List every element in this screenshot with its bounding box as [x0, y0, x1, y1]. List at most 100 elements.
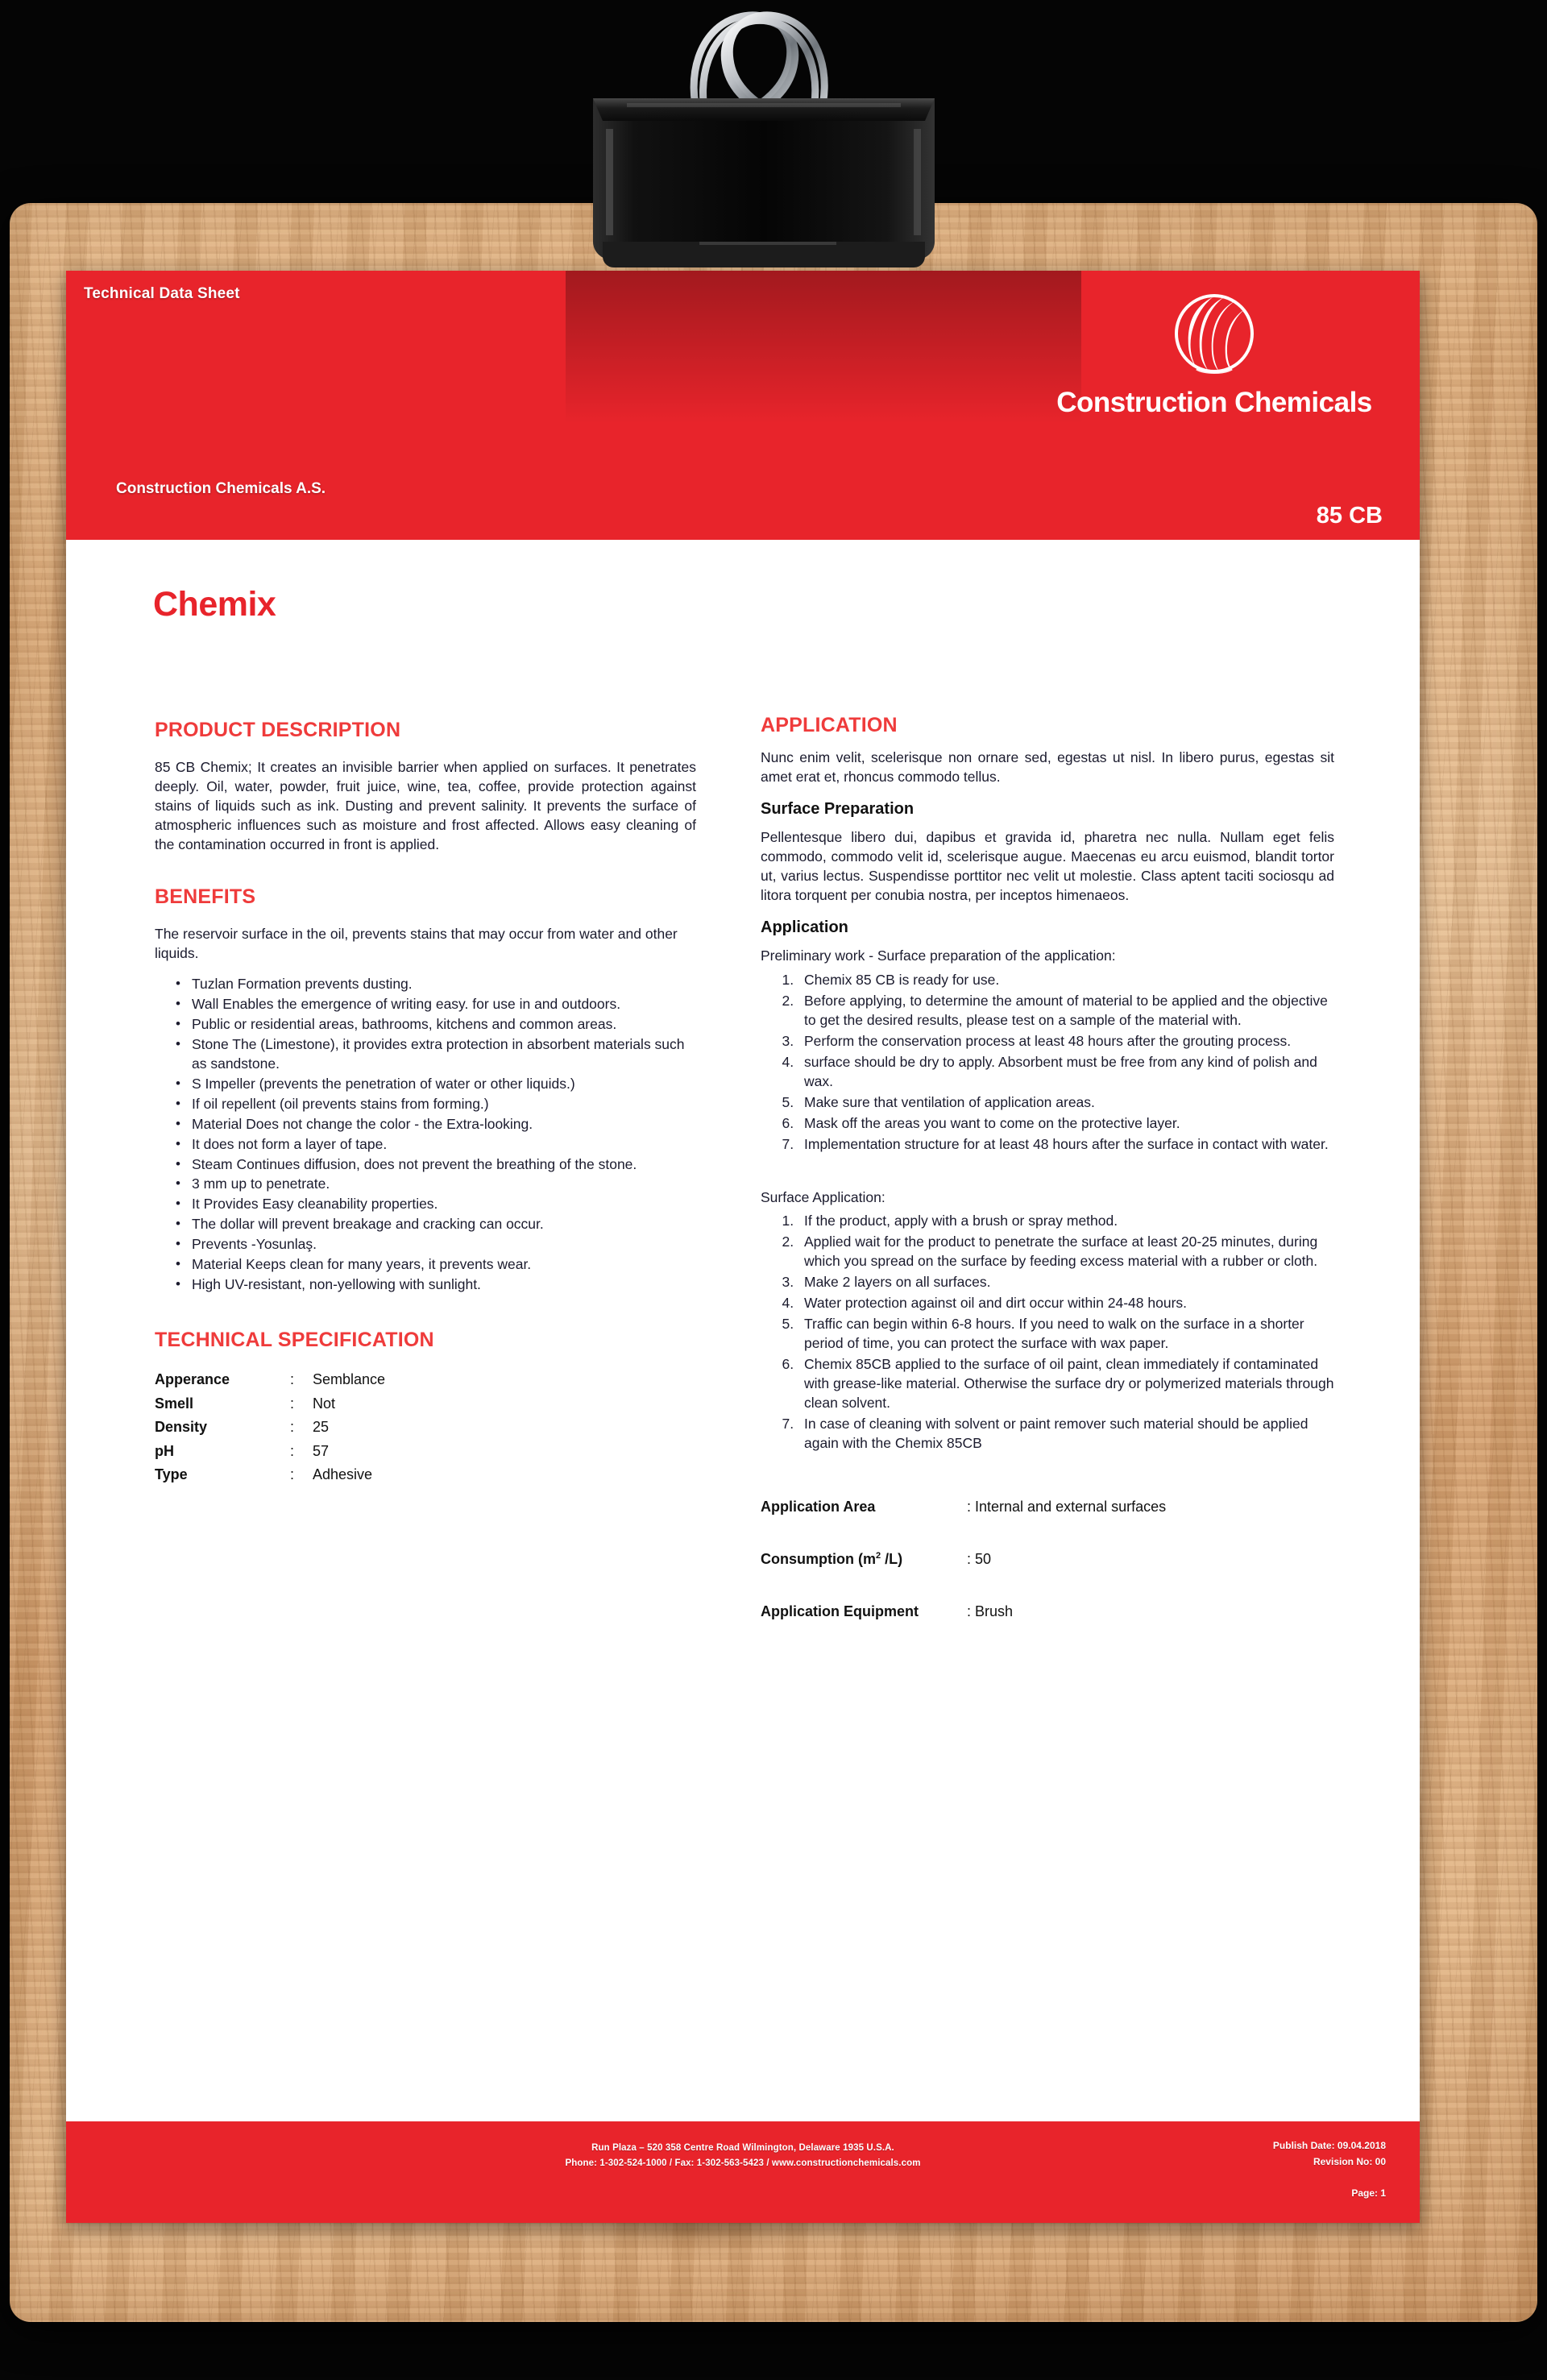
footer-revision-block: Publish Date: 09.04.2018 Revision No: 00: [1273, 2137, 1386, 2171]
clip-highlight-right: [914, 129, 921, 235]
section-heading-benefits: BENEFITS: [155, 885, 256, 908]
spec-row: Density: 25: [155, 1416, 385, 1440]
document-page: Technical Data Sheet Construction Chemic…: [66, 271, 1420, 2223]
footer-address-line-2: Phone: 1-302-524-1000 / Fax: 1-302-563-5…: [565, 2158, 921, 2168]
page-title: Chemix: [153, 585, 276, 624]
company-name-label: Construction Chemicals A.S.: [116, 480, 326, 497]
application-step-item: Make sure that ventilation of applicatio…: [798, 1093, 1334, 1113]
spec-key: Type: [155, 1466, 188, 1483]
footer-address-line-1: Run Plaza – 520 358 Centre Road Wilmingt…: [591, 2143, 894, 2153]
spec-row: Apperance: Semblance: [155, 1368, 385, 1392]
right-column: APPLICATION Nunc enim velit, scelerisque…: [761, 714, 1334, 1656]
clip-lower-lip: [603, 242, 925, 267]
application-step-item: Perform the conservation process at leas…: [798, 1032, 1334, 1051]
application-info-key: Application Equipment: [761, 1603, 919, 1620]
surface-preparation-body: Pellentesque libero dui, dapibus et grav…: [761, 828, 1334, 903]
application-info-row: Consumption (m2 /L) : 50: [761, 1551, 1334, 1568]
spec-key: Density: [155, 1419, 208, 1436]
benefits-intro: The reservoir surface in the oil, preven…: [155, 925, 678, 961]
benefit-list-item: Material Does not change the color - the…: [176, 1114, 696, 1134]
application-info-row: Application Equipment : Brush: [761, 1603, 1334, 1620]
clip-seam: [699, 242, 836, 245]
section-heading-technical-specification: TECHNICAL SPECIFICATION: [155, 1329, 434, 1352]
surface-application-item: In case of cleaning with solvent or pain…: [798, 1415, 1334, 1453]
clip-top-bevel: [593, 98, 935, 121]
surface-application-item: If the product, apply with a brush or sp…: [798, 1212, 1334, 1231]
footer-address: Run Plaza – 520 358 Centre Road Wilmingt…: [66, 2141, 1420, 2171]
surface-application-list: If the product, apply with a brush or sp…: [761, 1212, 1334, 1453]
application-steps-lead: Preliminary work - Surface preparation o…: [761, 947, 1116, 964]
product-code-badge: 85 CB: [1316, 503, 1383, 529]
section-heading-application: APPLICATION: [761, 714, 898, 736]
benefit-list-item: Tuzlan Formation prevents dusting.: [176, 974, 696, 994]
benefit-list-item: High UV-resistant, non-yellowing with su…: [176, 1275, 696, 1295]
benefit-list-item: S Impeller (prevents the penetration of …: [176, 1074, 696, 1094]
clip-highlight-top: [627, 103, 901, 107]
product-description-body: 85 CB Chemix; It creates an invisible ba…: [155, 759, 696, 852]
application-info-key: Consumption (m2 /L): [761, 1551, 903, 1568]
surface-application-item: Chemix 85CB applied to the surface of oi…: [798, 1355, 1334, 1413]
clip-highlight-left: [606, 129, 613, 235]
spec-row: Type: Adhesive: [155, 1463, 385, 1487]
application-step-item: Implementation structure for at least 48…: [798, 1135, 1334, 1155]
application-info-row: Application Area : Internal and external …: [761, 1499, 1334, 1515]
spec-value: Not: [313, 1395, 336, 1412]
spec-separator: :: [290, 1466, 295, 1483]
surface-application-item: Make 2 layers on all surfaces.: [798, 1273, 1334, 1292]
spec-value: Adhesive: [313, 1466, 373, 1483]
doc-type-label: Technical Data Sheet: [84, 285, 240, 302]
surface-application-item: Applied wait for the product to penetrat…: [798, 1233, 1334, 1271]
application-step-item: surface should be dry to apply. Absorben…: [798, 1053, 1334, 1092]
clip-body: [593, 98, 935, 259]
surface-application-item: Water protection against oil and dirt oc…: [798, 1294, 1334, 1313]
spec-row: Smell: Not: [155, 1392, 385, 1416]
surface-application-lead: Surface Application:: [761, 1188, 885, 1205]
benefit-list-item: Stone The (Limestone), it provides extra…: [176, 1035, 696, 1074]
spec-value: 57: [313, 1442, 330, 1459]
binder-clip: [579, 0, 949, 338]
application-info-key: Application Area: [761, 1499, 876, 1515]
spec-row: pH: 57: [155, 1440, 385, 1464]
application-info-value: : Brush: [967, 1603, 1014, 1620]
application-info-value: : 50: [967, 1551, 992, 1568]
benefit-list-item: It does not form a layer of tape.: [176, 1134, 696, 1155]
benefit-list-item: The dollar will prevent breakage and cra…: [176, 1214, 696, 1234]
section-heading-product-description: PRODUCT DESCRIPTION: [155, 719, 401, 741]
subheading-application: Application: [761, 918, 848, 936]
spec-separator: :: [290, 1442, 295, 1459]
application-step-item: Mask off the areas you want to come on t…: [798, 1114, 1334, 1134]
spec-value: Semblance: [313, 1371, 386, 1388]
globe-sphere-icon: [1168, 288, 1261, 382]
spec-key: Smell: [155, 1395, 194, 1412]
spec-key: pH: [155, 1442, 174, 1459]
left-column: PRODUCT DESCRIPTION 85 CB Chemix; It cre…: [155, 719, 696, 1487]
benefit-list-item: Wall Enables the emergence of writing ea…: [176, 994, 696, 1014]
benefit-list-item: Prevents -Yosunlaş.: [176, 1234, 696, 1254]
footer-revision-no: Revision No: 00: [1313, 2156, 1386, 2168]
document-footer: Run Plaza – 520 358 Centre Road Wilmingt…: [66, 2121, 1420, 2223]
spec-key: Apperance: [155, 1371, 230, 1388]
benefit-list-item: If oil repellent (oil prevents stains fr…: [176, 1094, 696, 1114]
spec-value: 25: [313, 1419, 330, 1436]
benefit-list-item: Material Keeps clean for many years, it …: [176, 1254, 696, 1275]
application-intro: Nunc enim velit, scelerisque non ornare …: [761, 749, 1334, 785]
brand-name: Construction Chemicals: [1056, 387, 1372, 418]
benefit-list-item: It Provides Easy cleanability properties…: [176, 1194, 696, 1214]
benefits-list: Tuzlan Formation prevents dusting.Wall E…: [155, 974, 696, 1296]
subheading-surface-preparation: Surface Preparation: [761, 799, 915, 818]
spec-separator: :: [290, 1371, 295, 1388]
application-step-item: Before applying, to determine the amount…: [798, 992, 1334, 1030]
spec-separator: :: [290, 1419, 295, 1436]
technical-specification-table: Apperance: Semblance Smell: Not Density: 25 pH…: [155, 1368, 385, 1487]
benefit-list-item: 3 mm up to penetrate.: [176, 1174, 696, 1194]
benefit-list-item: Public or residential areas, bathrooms, …: [176, 1014, 696, 1035]
application-step-item: Chemix 85 CB is ready for use.: [798, 971, 1334, 990]
footer-page-number: Page: 1: [1351, 2187, 1386, 2199]
application-info-block: Application Area : Internal and external …: [761, 1499, 1334, 1620]
application-info-value: : Internal and external surfaces: [967, 1499, 1167, 1515]
application-steps-list: Chemix 85 CB is ready for use. Before app…: [761, 971, 1334, 1155]
surface-application-item: Traffic can begin within 6-8 hours. If y…: [798, 1315, 1334, 1354]
footer-publish-date: Publish Date: 09.04.2018: [1272, 2140, 1386, 2151]
spec-separator: :: [290, 1395, 295, 1412]
benefit-list-item: Steam Continues diffusion, does not prev…: [176, 1155, 696, 1175]
